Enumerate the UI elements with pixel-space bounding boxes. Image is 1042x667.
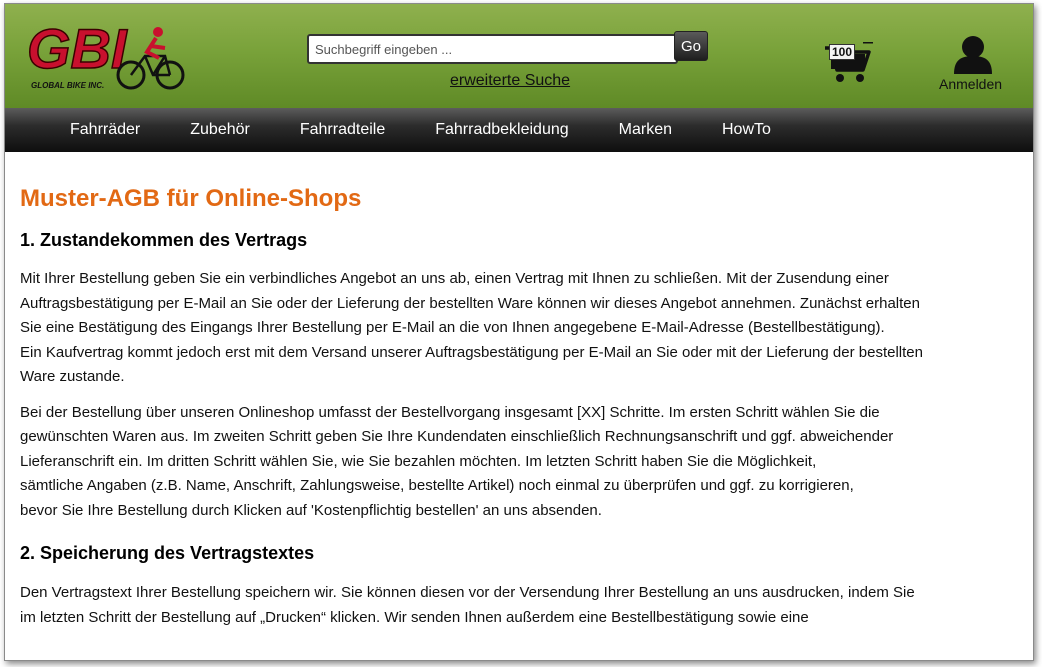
bike-frame-icon: [129, 54, 172, 77]
logo-subtext: GLOBAL BIKE INC.: [31, 81, 104, 90]
site-header: GBI GLOBAL BIKE INC. Go erweiterte Suche…: [5, 4, 1033, 108]
paragraph: Mit Ihrer Bestellung geben Sie ein verbi…: [20, 267, 1020, 390]
search-go-button[interactable]: Go: [674, 31, 708, 61]
text-line: bevor Sie Ihre Bestellung durch Klicken …: [20, 501, 602, 519]
main-navigation: Fahrräder Zubehör Fahrradteile Fahrradbe…: [5, 108, 1033, 152]
paragraph: Den Vertragstext Ihrer Bestellung speich…: [20, 581, 1020, 630]
nav-item-marken[interactable]: Marken: [594, 121, 697, 139]
login-label: Anmelden: [939, 76, 1003, 92]
text-line: Ein Kaufvertrag kommt jedoch erst mit de…: [20, 343, 923, 361]
paragraph: Bei der Bestellung über unseren Onlinesh…: [20, 401, 1020, 524]
text-line: gewünschten Waren aus. Im zweiten Schrit…: [20, 428, 894, 445]
main-content: Muster-AGB für Online-Shops 1. Zustandek…: [20, 152, 1020, 630]
cart-button[interactable]: 100: [823, 40, 875, 84]
text-line: Ware zustande.: [20, 368, 125, 385]
page-title: Muster-AGB für Online-Shops: [20, 185, 362, 212]
text-line: Bei der Bestellung über unseren Onlinesh…: [20, 403, 880, 421]
rider-head-icon: [153, 27, 163, 37]
text-line: Den Vertragstext Ihrer Bestellung speich…: [20, 584, 915, 601]
text-line: im letzten Schritt der Bestellung auf „D…: [20, 608, 809, 626]
logo-text: GBI: [27, 18, 128, 80]
browser-viewport: GBI GLOBAL BIKE INC. Go erweiterte Suche…: [4, 3, 1034, 661]
nav-item-fahrradteile[interactable]: Fahrradteile: [275, 121, 410, 139]
login-button[interactable]: Anmelden: [935, 34, 1005, 94]
section-heading: 2. Speicherung des Vertragstextes: [20, 543, 315, 563]
gbi-logo[interactable]: GBI GLOBAL BIKE INC.: [25, 18, 185, 92]
nav-item-zubehoer[interactable]: Zubehör: [165, 121, 275, 139]
text-line: Auftragsbestätigung per E-Mail an Sie od…: [20, 294, 920, 312]
text-line: sämtliche Angaben (z.B. Name, Anschrift,…: [20, 477, 854, 494]
cart-count-badge: 100: [829, 44, 856, 60]
section-heading: 1. Zustandekommen des Vertrags: [20, 230, 308, 250]
search-input[interactable]: [307, 34, 678, 64]
nav-item-fahrradbekleidung[interactable]: Fahrradbekleidung: [410, 121, 593, 139]
text-line: Lieferanschrift ein. Im dritten Schritt …: [20, 452, 817, 470]
text-line: Sie eine Bestätigung des Eingangs Ihrer …: [20, 319, 885, 336]
text-line: Mit Ihrer Bestellung geben Sie ein verbi…: [20, 270, 889, 287]
user-icon: [954, 36, 992, 74]
nav-item-howto[interactable]: HowTo: [697, 121, 796, 139]
nav-item-fahrraeder[interactable]: Fahrräder: [45, 121, 165, 139]
advanced-search-link[interactable]: erweiterte Suche: [450, 72, 570, 90]
